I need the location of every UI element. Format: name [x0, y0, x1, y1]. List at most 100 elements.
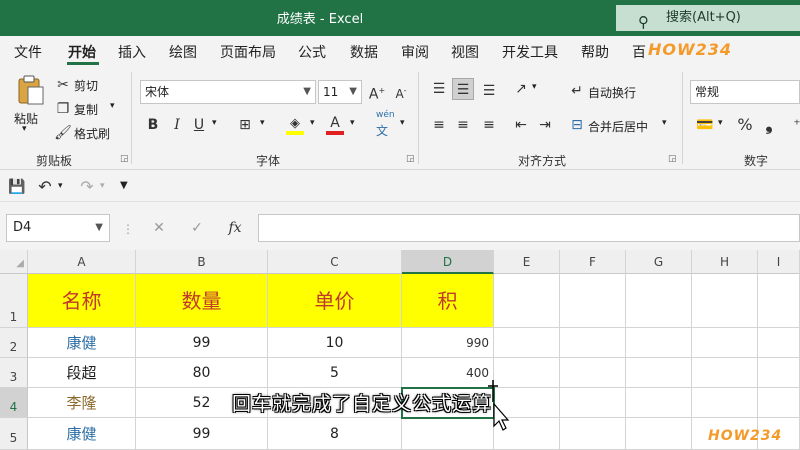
cell-h3[interactable] — [692, 358, 758, 388]
comma-style-icon[interactable]: ❟ — [758, 114, 780, 136]
percent-button[interactable]: % — [734, 114, 756, 136]
cell-a2[interactable]: 康健 — [28, 328, 136, 358]
underline-button[interactable]: U — [188, 114, 210, 136]
cell-e1[interactable] — [494, 274, 560, 328]
cell-d1[interactable]: 积 — [402, 274, 494, 328]
align-left-icon[interactable]: ≡ — [428, 114, 450, 136]
align-right-icon[interactable]: ≡ — [478, 114, 500, 136]
cell-a4[interactable]: 李隆 — [28, 388, 136, 418]
cell-h2[interactable] — [692, 328, 758, 358]
cell-g1[interactable] — [626, 274, 692, 328]
row-header-1[interactable]: 1 — [0, 274, 28, 328]
select-all-corner[interactable]: ◢ — [0, 250, 28, 274]
font-color-chevron-icon[interactable]: ▾ — [350, 118, 355, 128]
tab-page-layout[interactable]: 页面布局 — [220, 42, 276, 62]
tab-formulas[interactable]: 公式 — [298, 42, 326, 62]
name-box[interactable]: D4 ▼ — [6, 214, 110, 242]
cell-g3[interactable] — [626, 358, 692, 388]
cell-h1[interactable] — [692, 274, 758, 328]
paste-button[interactable]: 粘贴 ▾ — [10, 72, 50, 134]
cell-f1[interactable] — [560, 274, 626, 328]
increase-decimal-icon[interactable]: ⁺ — [786, 114, 800, 136]
fill-color-icon[interactable]: ◈ — [284, 112, 306, 135]
cell-d2[interactable]: 990 — [402, 328, 494, 358]
tab-file[interactable]: 文件 — [14, 42, 42, 62]
currency-chevron-icon[interactable]: ▾ — [718, 118, 723, 128]
column-header-f[interactable]: F — [560, 250, 626, 274]
column-header-h[interactable]: H — [692, 250, 758, 274]
cell-b1[interactable]: 数量 — [136, 274, 268, 328]
cell-i2[interactable] — [758, 328, 800, 358]
merge-center-button[interactable]: 合并后居中 — [588, 118, 648, 135]
undo-chevron-icon[interactable]: ▾ — [58, 181, 63, 191]
align-center-icon[interactable]: ≡ — [452, 114, 474, 136]
cell-f2[interactable] — [560, 328, 626, 358]
row-header-2[interactable]: 2 — [0, 328, 28, 358]
cell-a1[interactable]: 名称 — [28, 274, 136, 328]
cell-a3[interactable]: 段超 — [28, 358, 136, 388]
tab-more[interactable]: 百 — [632, 42, 646, 62]
row-header-4[interactable]: 4 — [0, 388, 28, 418]
cell-a5[interactable]: 康健 — [28, 418, 136, 450]
cell-i1[interactable] — [758, 274, 800, 328]
column-header-g[interactable]: G — [626, 250, 692, 274]
align-bottom-icon[interactable]: ☰ — [478, 80, 500, 102]
decrease-indent-icon[interactable]: ⇤ — [510, 114, 532, 136]
cell-f4[interactable] — [560, 388, 626, 418]
bold-button[interactable]: B — [142, 114, 164, 136]
row-header-3[interactable]: 3 — [0, 358, 28, 388]
wrap-text-button[interactable]: 自动换行 — [588, 84, 636, 101]
tab-view[interactable]: 视图 — [451, 42, 479, 62]
cell-i3[interactable] — [758, 358, 800, 388]
insert-function-button[interactable]: fx — [224, 217, 246, 239]
border-chevron-icon[interactable]: ▾ — [260, 118, 265, 128]
cell-g5[interactable] — [626, 418, 692, 450]
cell-d5[interactable] — [402, 418, 494, 450]
redo-chevron-icon[interactable]: ▾ — [100, 181, 105, 191]
tab-help[interactable]: 帮助 — [581, 42, 609, 62]
format-painter-button[interactable]: 格式刷 — [74, 125, 110, 142]
column-header-b[interactable]: B — [136, 250, 268, 274]
orientation-icon[interactable]: ↗ — [510, 78, 532, 100]
cell-c2[interactable]: 10 — [268, 328, 402, 358]
align-middle-icon[interactable]: ☰ — [452, 78, 474, 100]
font-color-icon[interactable]: A — [324, 112, 346, 135]
cancel-icon[interactable]: ✕ — [148, 217, 170, 239]
tab-home[interactable]: 开始 — [68, 42, 96, 62]
redo-icon[interactable]: ↷ — [76, 176, 98, 198]
cell-e2[interactable] — [494, 328, 560, 358]
column-header-i[interactable]: I — [758, 250, 800, 274]
column-header-e[interactable]: E — [494, 250, 560, 274]
number-format-select[interactable]: 常规 — [690, 80, 800, 104]
underline-chevron-icon[interactable]: ▾ — [212, 118, 217, 128]
font-family-select[interactable]: 宋体 ▼ — [140, 80, 316, 104]
alignment-launcher-icon[interactable]: ◲ — [668, 154, 677, 164]
currency-icon[interactable]: 💳 — [694, 114, 716, 136]
customize-qat-icon[interactable]: ▼ — [120, 180, 128, 191]
cell-d3[interactable]: 400 — [402, 358, 494, 388]
tab-review[interactable]: 审阅 — [401, 42, 429, 62]
column-header-a[interactable]: A — [28, 250, 136, 274]
cut-button[interactable]: 剪切 — [74, 77, 98, 94]
align-top-icon[interactable]: ☰ — [428, 78, 450, 100]
copy-chevron-icon[interactable]: ▾ — [110, 101, 115, 111]
cell-i4[interactable] — [758, 388, 800, 418]
column-header-d[interactable]: D — [402, 250, 494, 274]
border-icon[interactable]: ⊞ — [234, 114, 256, 136]
italic-button[interactable]: I — [166, 114, 188, 136]
font-size-select[interactable]: 11 ▼ — [318, 80, 362, 104]
cell-c3[interactable]: 5 — [268, 358, 402, 388]
enter-icon[interactable]: ✓ — [186, 217, 208, 239]
clipboard-launcher-icon[interactable]: ◲ — [120, 154, 129, 164]
cell-h4[interactable] — [692, 388, 758, 418]
tab-data[interactable]: 数据 — [350, 42, 378, 62]
phonetic-icon[interactable]: 文 — [376, 122, 388, 139]
cell-b2[interactable]: 99 — [136, 328, 268, 358]
phonetic-chevron-icon[interactable]: ▾ — [400, 118, 405, 128]
cell-c5[interactable]: 8 — [268, 418, 402, 450]
cell-c1[interactable]: 单价 — [268, 274, 402, 328]
row-header-5[interactable]: 5 — [0, 418, 28, 450]
increase-font-icon[interactable]: A+ — [366, 80, 388, 103]
tab-insert[interactable]: 插入 — [118, 42, 146, 62]
cell-f3[interactable] — [560, 358, 626, 388]
